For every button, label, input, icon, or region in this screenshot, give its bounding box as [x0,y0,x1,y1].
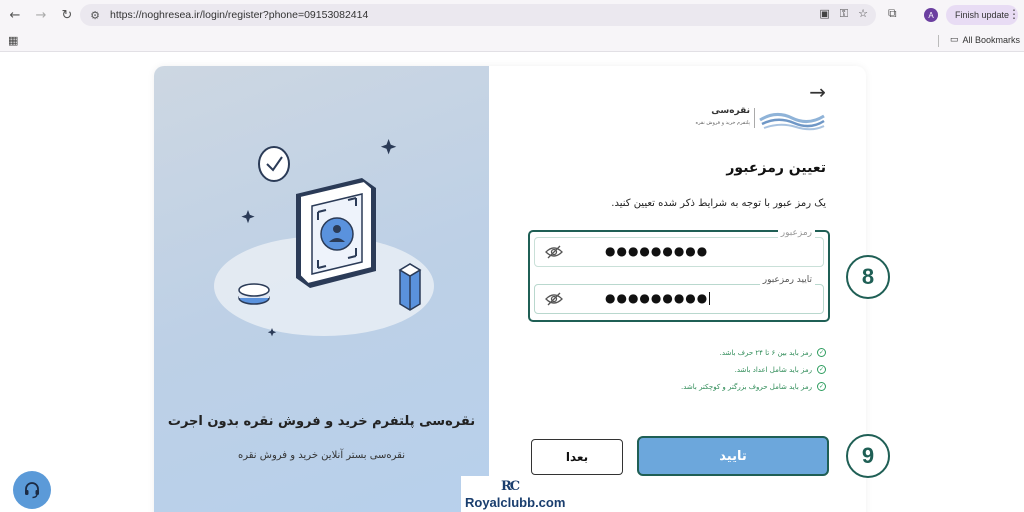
security-illustration [214,139,434,337]
profile-avatar[interactable]: A [924,8,938,22]
check-circle-icon: ✓ [817,348,826,357]
rule-text: رمز باید شامل حروف بزرگتر و کوچکتر باشد. [681,382,812,391]
promo-subtitle: نقره‌سی بستر آنلاین خرید و فروش نقره [237,450,406,461]
promo-title: نقره‌سی پلتفرم خرید و فروش نقره بدون اجر… [167,414,476,429]
site-settings-icon[interactable]: ⚙ [86,9,104,22]
browser-toolbar: ← → ↻ ⚙ https://noghresea.ir/login/regis… [0,0,1024,30]
page-title: تعیین رمزعبور [726,160,826,176]
form-panel: → نقره‌سی پلتفرم خرید و فروش نقره تعیین … [489,66,866,512]
rule-item: ✓ رمز باید شامل اعداد باشد. [681,361,826,378]
all-bookmarks-label: All Bookmarks [962,34,1021,45]
confirm-password-value-wrap[interactable]: ●●●●●●●●● [605,291,711,305]
folder-icon: ▭ [950,34,959,44]
promo-panel: نقره‌سی پلتفرم خرید و فروش نقره بدون اجر… [154,66,489,512]
watermark-logo: RC Royalclubb.com [461,476,569,512]
register-card: نقره‌سی پلتفرم خرید و فروش نقره بدون اجر… [154,66,866,512]
bookmarks-bar: ▦ ▭ All Bookmarks [0,30,1024,52]
watermark-text: Royalclubb.com [465,495,566,510]
bookmarks-divider [938,35,939,47]
hide-confirm-password-icon[interactable] [545,291,563,307]
form-instruction: یک رمز عبور با توجه به شرایط ذکر شده تعی… [611,198,826,209]
headset-icon [25,482,39,499]
step-marker-fields: 8 [846,255,890,299]
site-logo[interactable]: نقره‌سی پلتفرم خرید و فروش نقره [686,106,826,134]
password-field[interactable]: رمزعبور ●●●●●●●●● [534,228,824,267]
confirm-password-field[interactable]: تایید رمزعبور ●●●●●●●●● [534,275,824,314]
confirm-button[interactable]: تایید [637,436,829,476]
logo-brand: نقره‌سی [711,106,750,116]
step-marker-button: 9 [846,434,890,478]
rule-text: رمز باید شامل اعداد باشد. [734,365,812,374]
bookmark-star-icon[interactable]: ☆ [858,7,868,21]
rule-item: ✓ رمز باید بین ۶ تا ۲۴ حرف باشد. [681,344,826,361]
apps-grid-icon[interactable]: ▦ [8,34,18,47]
install-app-icon[interactable]: ▣ [819,7,829,21]
rule-item: ✓ رمز باید شامل حروف بزرگتر و کوچکتر باش… [681,378,826,395]
hide-password-icon[interactable] [545,244,563,260]
reload-icon[interactable]: ↻ [56,4,78,26]
password-value[interactable]: ●●●●●●●●● [605,244,708,258]
all-bookmarks-button[interactable]: ▭ All Bookmarks [950,34,1020,45]
rule-text: رمز باید بین ۶ تا ۲۴ حرف باشد. [719,348,812,357]
forward-icon[interactable]: → [30,4,52,26]
password-fields-highlight: رمزعبور ●●●●●●●●● تایید رمزعبور ●●●●●●●●… [528,228,830,322]
password-rules: ✓ رمز باید بین ۶ تا ۲۴ حرف باشد. ✓ رمز ب… [681,344,826,395]
check-circle-icon: ✓ [817,382,826,391]
address-bar[interactable]: ⚙ https://noghresea.ir/login/register?ph… [80,4,876,26]
support-chat-button[interactable] [13,471,51,509]
password-key-icon[interactable]: ⚿ [840,7,848,21]
later-button[interactable]: بعدا [531,439,623,475]
back-icon[interactable]: ← [4,4,26,26]
wave-logo-icon [759,113,825,131]
browser-menu-icon[interactable]: ⋮ [1008,7,1020,21]
watermark-mark: RC [501,479,520,494]
url-text[interactable]: https://noghresea.ir/login/register?phon… [110,9,368,21]
check-circle-icon: ✓ [817,365,826,374]
logo-separator [754,108,755,128]
password-label: رمزعبور [777,228,815,238]
confirm-password-value[interactable]: ●●●●●●●●● [605,291,708,305]
text-caret [709,292,711,305]
confirm-password-label: تایید رمزعبور [759,275,815,285]
extensions-icon[interactable]: ⧉ [888,6,897,21]
logo-tagline: پلتفرم خرید و فروش نقره [695,120,750,126]
back-arrow-icon[interactable]: → [809,80,826,104]
